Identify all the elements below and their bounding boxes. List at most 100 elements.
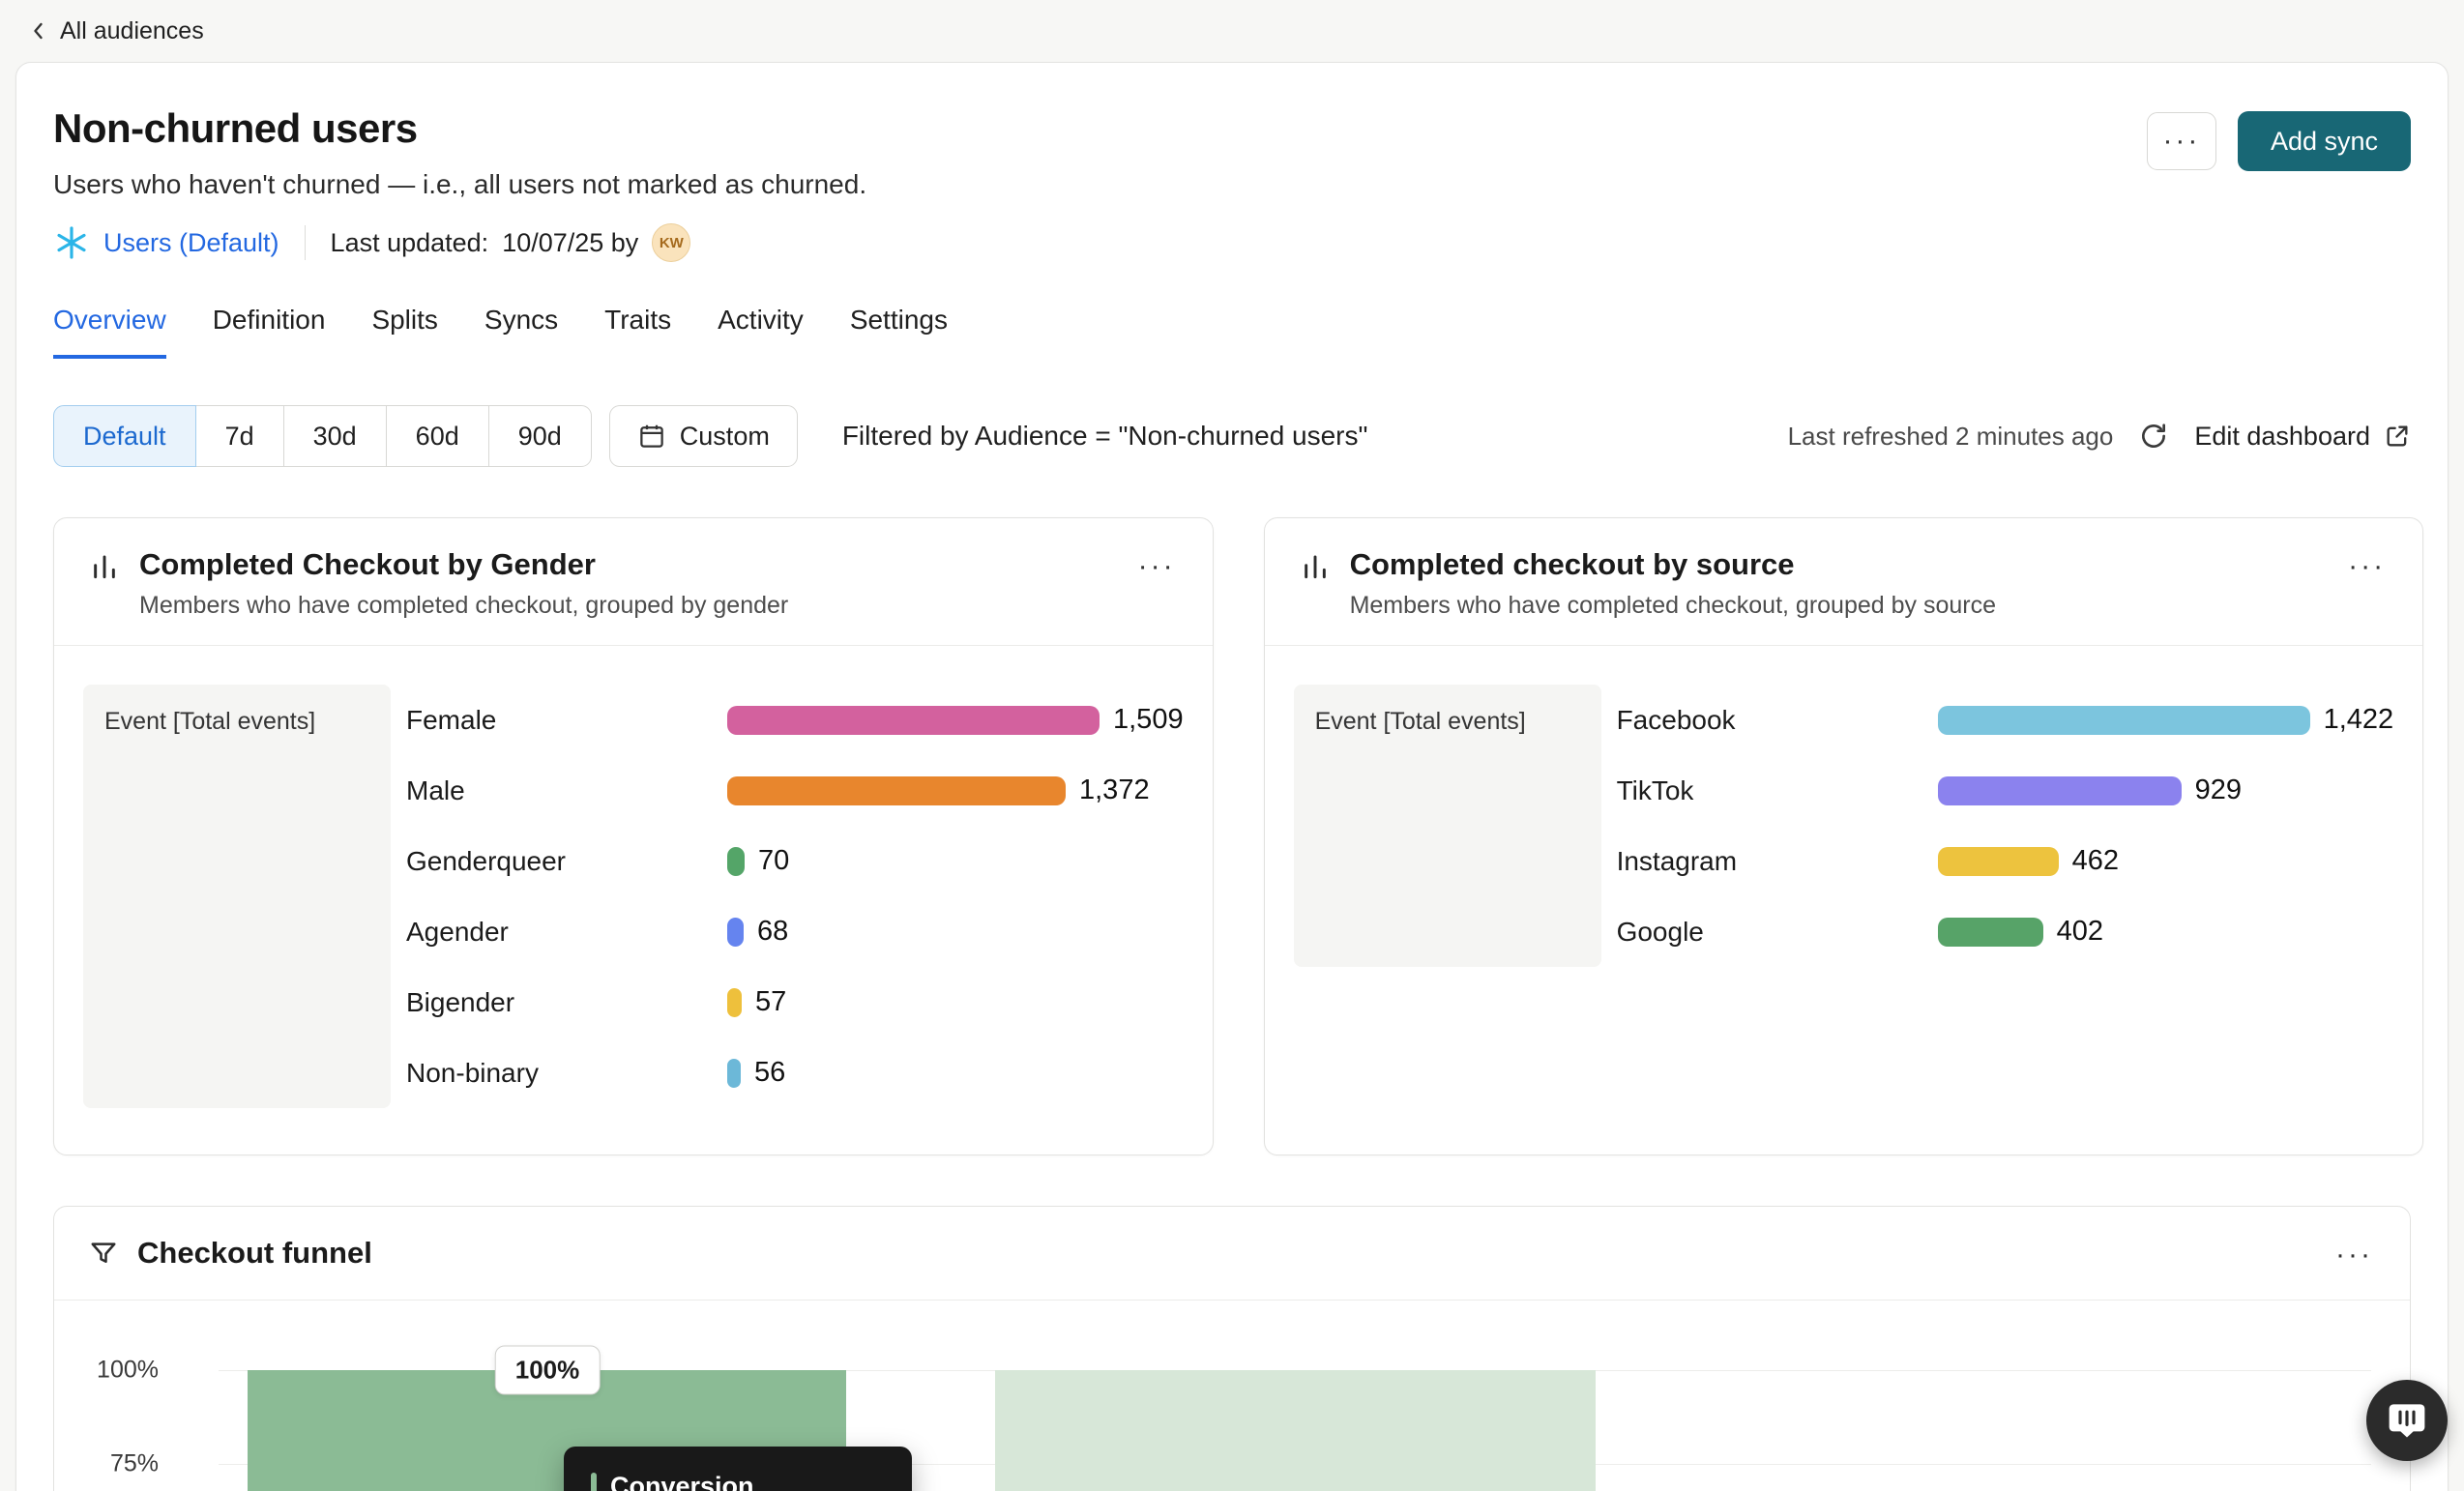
chart-subtitle: Members who have completed checkout, gro… <box>139 592 1132 620</box>
breadcrumb[interactable]: All audiences <box>27 17 204 45</box>
header-actions: ··· Add sync <box>2147 111 2411 171</box>
custom-range-button[interactable]: Custom <box>609 405 798 467</box>
chart-menu-button[interactable]: ··· <box>1132 551 1182 582</box>
source-link[interactable]: Users (Default) <box>103 228 279 258</box>
chevron-left-icon <box>27 19 50 43</box>
tooltip-title: Conversion <box>610 1472 754 1491</box>
filter-description: Filtered by Audience = "Non-churned user… <box>842 421 1368 452</box>
edit-dashboard-label: Edit dashboard <box>2194 422 2370 452</box>
charts-grid: Completed Checkout by Gender Members who… <box>16 517 2448 1155</box>
tab-syncs[interactable]: Syncs <box>484 305 558 359</box>
tooltip-accent-bar <box>591 1473 597 1491</box>
chart-header: Completed Checkout by Gender Members who… <box>54 518 1213 646</box>
funnel-tooltip: Conversion 100% conversion <box>564 1447 912 1491</box>
bar-value: 1,372 <box>1079 775 1150 806</box>
chart-subtitle: Members who have completed checkout, gro… <box>1350 592 2343 620</box>
chart-menu-button[interactable]: ··· <box>2342 551 2391 582</box>
category-label: Male <box>406 775 727 806</box>
chart-body: Event [Total events] Female 1,509 Male 1… <box>54 646 1213 1155</box>
add-sync-button[interactable]: Add sync <box>2238 111 2411 171</box>
chart-rows: Female 1,509 Male 1,372 Genderqueer 70 <box>406 685 1184 1108</box>
external-link-icon <box>2384 423 2411 450</box>
range-default-button[interactable]: Default <box>53 405 196 467</box>
chart-rows: Facebook 1,422 TikTok 929 Instagram 462 <box>1617 685 2394 967</box>
more-options-button[interactable]: ··· <box>2147 112 2216 170</box>
dashboard-filter-bar: Default 7d 30d 60d 90d Custom Filtered b… <box>16 405 2448 467</box>
edit-dashboard-button[interactable]: Edit dashboard <box>2194 422 2411 452</box>
chart-header: Checkout funnel ··· <box>54 1207 2410 1301</box>
chart-title: Checkout funnel <box>137 1236 2330 1271</box>
chart-row: Instagram 462 <box>1617 826 2394 896</box>
bar-value: 1,509 <box>1113 704 1184 736</box>
event-axis-panel: Event [Total events] <box>83 685 391 1108</box>
tab-overview[interactable]: Overview <box>53 305 166 359</box>
date-range-group: Default 7d 30d 60d 90d <box>53 405 592 467</box>
bar <box>1938 776 2182 805</box>
chart-row: Bigender 57 <box>406 967 1184 1038</box>
chart-card-funnel: Checkout funnel ··· 100% 75% 100% 58.78%… <box>53 1206 2411 1491</box>
chart-header: Completed checkout by source Members who… <box>1265 518 2423 646</box>
bar <box>727 918 744 947</box>
tab-definition[interactable]: Definition <box>213 305 326 359</box>
chart-card-source: Completed checkout by source Members who… <box>1264 517 2424 1155</box>
last-refreshed-text: Last refreshed 2 minutes ago <box>1788 422 2114 452</box>
category-label: TikTok <box>1617 775 1938 806</box>
tab-settings[interactable]: Settings <box>850 305 948 359</box>
category-label: Agender <box>406 917 727 948</box>
bar-value: 56 <box>754 1057 785 1089</box>
last-updated-label: Last updated: <box>331 228 489 258</box>
category-label: Female <box>406 705 727 736</box>
chart-row: Male 1,372 <box>406 755 1184 826</box>
refresh-button[interactable] <box>2138 421 2169 452</box>
chart-menu-button[interactable]: ··· <box>2330 1240 2379 1271</box>
range-7d-button[interactable]: 7d <box>195 405 284 467</box>
refresh-icon <box>2138 421 2169 452</box>
chart-row: TikTok 929 <box>1617 755 2394 826</box>
funnel-chart: 100% 75% 100% 58.78% Conversion 100% con… <box>54 1301 2410 1491</box>
app-screen: All audiences Non-churned users Users wh… <box>0 0 2464 1491</box>
bar-value: 462 <box>2072 845 2119 877</box>
chart-row: Female 1,509 <box>406 685 1184 755</box>
audience-detail-card: Non-churned users Users who haven't chur… <box>15 62 2449 1491</box>
page-description: Users who haven't churned — i.e., all us… <box>53 169 866 200</box>
chat-icon <box>2387 1400 2427 1441</box>
y-tick-75: 75% <box>73 1450 159 1478</box>
chart-title: Completed Checkout by Gender <box>139 547 1132 582</box>
chart-card-gender: Completed Checkout by Gender Members who… <box>53 517 1214 1155</box>
bar-value: 57 <box>755 986 786 1018</box>
tab-splits[interactable]: Splits <box>371 305 437 359</box>
bar-value: 402 <box>2057 916 2103 948</box>
chart-row: Agender 68 <box>406 896 1184 967</box>
chart-title: Completed checkout by source <box>1350 547 2343 582</box>
meta-row: Users (Default) Last updated: 10/07/25 b… <box>53 223 866 262</box>
bar-value: 929 <box>2195 775 2242 806</box>
bar <box>1938 706 2310 735</box>
range-60d-button[interactable]: 60d <box>386 405 489 467</box>
range-90d-button[interactable]: 90d <box>488 405 592 467</box>
category-label: Non-binary <box>406 1058 727 1089</box>
chart-titles: Completed Checkout by Gender Members who… <box>139 547 1132 620</box>
chart-row: Non-binary 56 <box>406 1038 1184 1108</box>
card-header: Non-churned users Users who haven't chur… <box>16 63 2448 262</box>
chat-launcher-button[interactable] <box>2366 1380 2448 1461</box>
funnel-step-label-1: 100% <box>495 1346 601 1395</box>
category-label: Bigender <box>406 987 727 1018</box>
calendar-icon <box>637 422 666 451</box>
chart-row: Google 402 <box>1617 896 2394 967</box>
bar <box>1938 847 2059 876</box>
chart-titles: Completed checkout by source Members who… <box>1350 547 2343 620</box>
bar-value: 68 <box>757 916 788 948</box>
range-30d-button[interactable]: 30d <box>283 405 387 467</box>
last-updated-value: 10/07/25 by <box>502 228 638 258</box>
bar <box>1938 918 2043 947</box>
bar <box>727 1059 741 1088</box>
tab-activity[interactable]: Activity <box>718 305 804 359</box>
category-label: Facebook <box>1617 705 1938 736</box>
snowflake-icon <box>53 224 90 261</box>
funnel-icon <box>89 1239 118 1268</box>
top-bar: All audiences <box>0 0 2464 62</box>
bar <box>727 988 742 1017</box>
breadcrumb-label: All audiences <box>60 17 204 45</box>
tab-bar: Overview Definition Splits Syncs Traits … <box>16 305 2448 359</box>
tab-traits[interactable]: Traits <box>604 305 671 359</box>
